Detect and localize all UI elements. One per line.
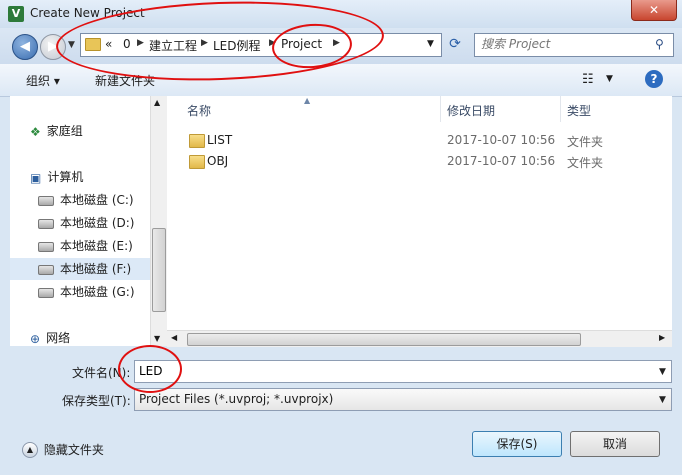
- column-divider[interactable]: [440, 96, 441, 122]
- scroll-right-icon[interactable]: ▶: [659, 333, 665, 342]
- folder-icon: [85, 38, 101, 51]
- file-date: 2017-10-07 10:56: [447, 154, 556, 168]
- view-dropdown-icon[interactable]: ▼: [606, 74, 613, 84]
- forward-button[interactable]: ▶: [40, 34, 66, 60]
- file-name: OBJ: [207, 154, 229, 168]
- drive-icon: [38, 218, 54, 229]
- nav-item-homegroup[interactable]: ❖ 家庭组: [10, 120, 150, 142]
- breadcrumb-separator-icon[interactable]: ▶: [269, 38, 276, 48]
- file-type: 文件夹: [567, 156, 604, 170]
- recent-locations-dropdown[interactable]: ▼: [68, 40, 75, 50]
- filetype-select[interactable]: Project Files (*.uvproj; *.uvprojx) ▼: [134, 388, 672, 411]
- breadcrumb-separator-icon[interactable]: ▶: [137, 38, 144, 48]
- new-folder-button[interactable]: 新建文件夹: [95, 72, 155, 89]
- nav-item-label: 计算机: [47, 170, 84, 184]
- column-divider[interactable]: [560, 96, 561, 122]
- filetype-label: 保存类型(T):: [62, 394, 131, 408]
- search-icon[interactable]: ⚲: [655, 37, 664, 51]
- file-row[interactable]: LIST 2017-10-07 10:56 文件夹: [167, 130, 672, 151]
- close-button[interactable]: ✕: [631, 0, 677, 21]
- breadcrumb-item[interactable]: 建立工程: [149, 37, 197, 54]
- file-name: LIST: [207, 133, 233, 147]
- folder-icon: [189, 155, 205, 169]
- collapse-icon: ▲: [22, 441, 38, 458]
- drive-icon: [38, 264, 54, 275]
- nav-item-drive-d[interactable]: 本地磁盘 (D:): [10, 212, 150, 234]
- column-header-date[interactable]: 修改日期: [447, 102, 495, 119]
- filename-field[interactable]: ▼: [134, 360, 672, 383]
- nav-item-drive-g[interactable]: 本地磁盘 (G:): [10, 281, 150, 303]
- nav-item-label: 本地磁盘 (E:): [60, 239, 133, 253]
- homegroup-icon: ❖: [30, 124, 41, 139]
- breadcrumb-separator-icon[interactable]: ▶: [201, 38, 208, 48]
- save-options-area: 文件名(N): ▼ 保存类型(T): Project Files (*.uvpr…: [0, 347, 682, 475]
- nav-item-computer[interactable]: ▣ 计算机: [10, 166, 150, 188]
- back-button[interactable]: ◀: [12, 34, 38, 60]
- nav-item-label: 家庭组: [46, 124, 83, 138]
- title-bar: V Create New Project ✕: [0, 0, 682, 28]
- nav-item-network[interactable]: ⊕ 网络: [10, 327, 150, 349]
- toolbar: 组织 ▾ 新建文件夹 ☷ ▼ ?: [0, 64, 682, 97]
- address-dropdown-icon[interactable]: ▼: [427, 39, 434, 49]
- view-options-icon[interactable]: ☷: [582, 72, 594, 87]
- scroll-left-icon[interactable]: ◀: [171, 333, 177, 342]
- breadcrumb-item[interactable]: 0: [123, 37, 131, 51]
- filetype-value: Project Files (*.uvproj; *.uvprojx): [139, 392, 334, 406]
- hide-folders-toggle[interactable]: ▲ 隐藏文件夹: [22, 441, 104, 458]
- navigation-pane: ❖ 家庭组 ▣ 计算机 本地磁盘 (C:) 本地磁盘 (D:) 本地磁盘 (E:) …: [10, 96, 150, 346]
- cancel-button[interactable]: 取消: [570, 431, 660, 457]
- hide-folders-label: 隐藏文件夹: [43, 443, 104, 457]
- search-box[interactable]: ⚲: [474, 33, 674, 57]
- scroll-up-icon[interactable]: ▲: [154, 98, 160, 107]
- filetype-dropdown-icon[interactable]: ▼: [659, 395, 666, 405]
- filename-dropdown-icon[interactable]: ▼: [659, 367, 666, 377]
- window-title: Create New Project: [30, 6, 145, 20]
- drive-icon: [38, 195, 54, 206]
- nav-item-label: 网络: [46, 331, 71, 345]
- nav-scroll-thumb[interactable]: [152, 228, 166, 312]
- breadcrumb-item[interactable]: LED例程: [213, 37, 261, 54]
- drive-icon: [38, 241, 54, 252]
- scroll-down-icon[interactable]: ▼: [154, 334, 160, 343]
- nav-item-label: 本地磁盘 (D:): [60, 216, 135, 230]
- search-input[interactable]: [475, 34, 657, 54]
- nav-item-drive-c[interactable]: 本地磁盘 (C:): [10, 189, 150, 211]
- nav-item-label: 本地磁盘 (G:): [60, 285, 135, 299]
- breadcrumb-overflow[interactable]: «: [105, 37, 112, 51]
- nav-item-drive-e[interactable]: 本地磁盘 (E:): [10, 235, 150, 257]
- file-date: 2017-10-07 10:56: [447, 133, 556, 147]
- address-bar[interactable]: « 0 ▶ 建立工程 ▶ LED例程 ▶ Project ▶ ▼: [80, 33, 442, 57]
- folder-icon: [189, 134, 205, 148]
- organize-menu[interactable]: 组织 ▾: [26, 72, 60, 89]
- nav-item-label: 本地磁盘 (C:): [60, 193, 134, 207]
- sort-arrow-icon: ▲: [304, 96, 311, 105]
- column-header-type[interactable]: 类型: [567, 102, 591, 119]
- save-button[interactable]: 保存(S): [472, 431, 562, 457]
- file-row[interactable]: OBJ 2017-10-07 10:56 文件夹: [167, 151, 672, 172]
- drive-icon: [38, 287, 54, 298]
- computer-icon: ▣: [30, 170, 42, 185]
- horizontal-scrollbar[interactable]: ◀ ▶: [167, 330, 672, 347]
- nav-item-label: 本地磁盘 (F:): [60, 262, 132, 276]
- app-icon: V: [8, 6, 24, 22]
- filename-input[interactable]: [135, 361, 643, 380]
- horizontal-scroll-thumb[interactable]: [187, 333, 581, 346]
- breadcrumb-separator-icon[interactable]: ▶: [333, 38, 340, 48]
- help-icon[interactable]: ?: [645, 70, 663, 88]
- navigation-row: ◀ ▶ ▼ « 0 ▶ 建立工程 ▶ LED例程 ▶ Project ▶ ▼ ⟳…: [0, 28, 682, 64]
- file-list-pane: ▲ 名称 修改日期 类型 LIST 2017-10-07 10:56 文件夹 O…: [167, 96, 672, 346]
- file-type: 文件夹: [567, 135, 604, 149]
- nav-item-drive-f[interactable]: 本地磁盘 (F:): [10, 258, 150, 280]
- filename-label: 文件名(N):: [72, 366, 131, 380]
- breadcrumb-item[interactable]: Project: [281, 37, 322, 51]
- refresh-icon[interactable]: ⟳: [444, 34, 466, 54]
- column-header-name[interactable]: 名称: [187, 102, 211, 119]
